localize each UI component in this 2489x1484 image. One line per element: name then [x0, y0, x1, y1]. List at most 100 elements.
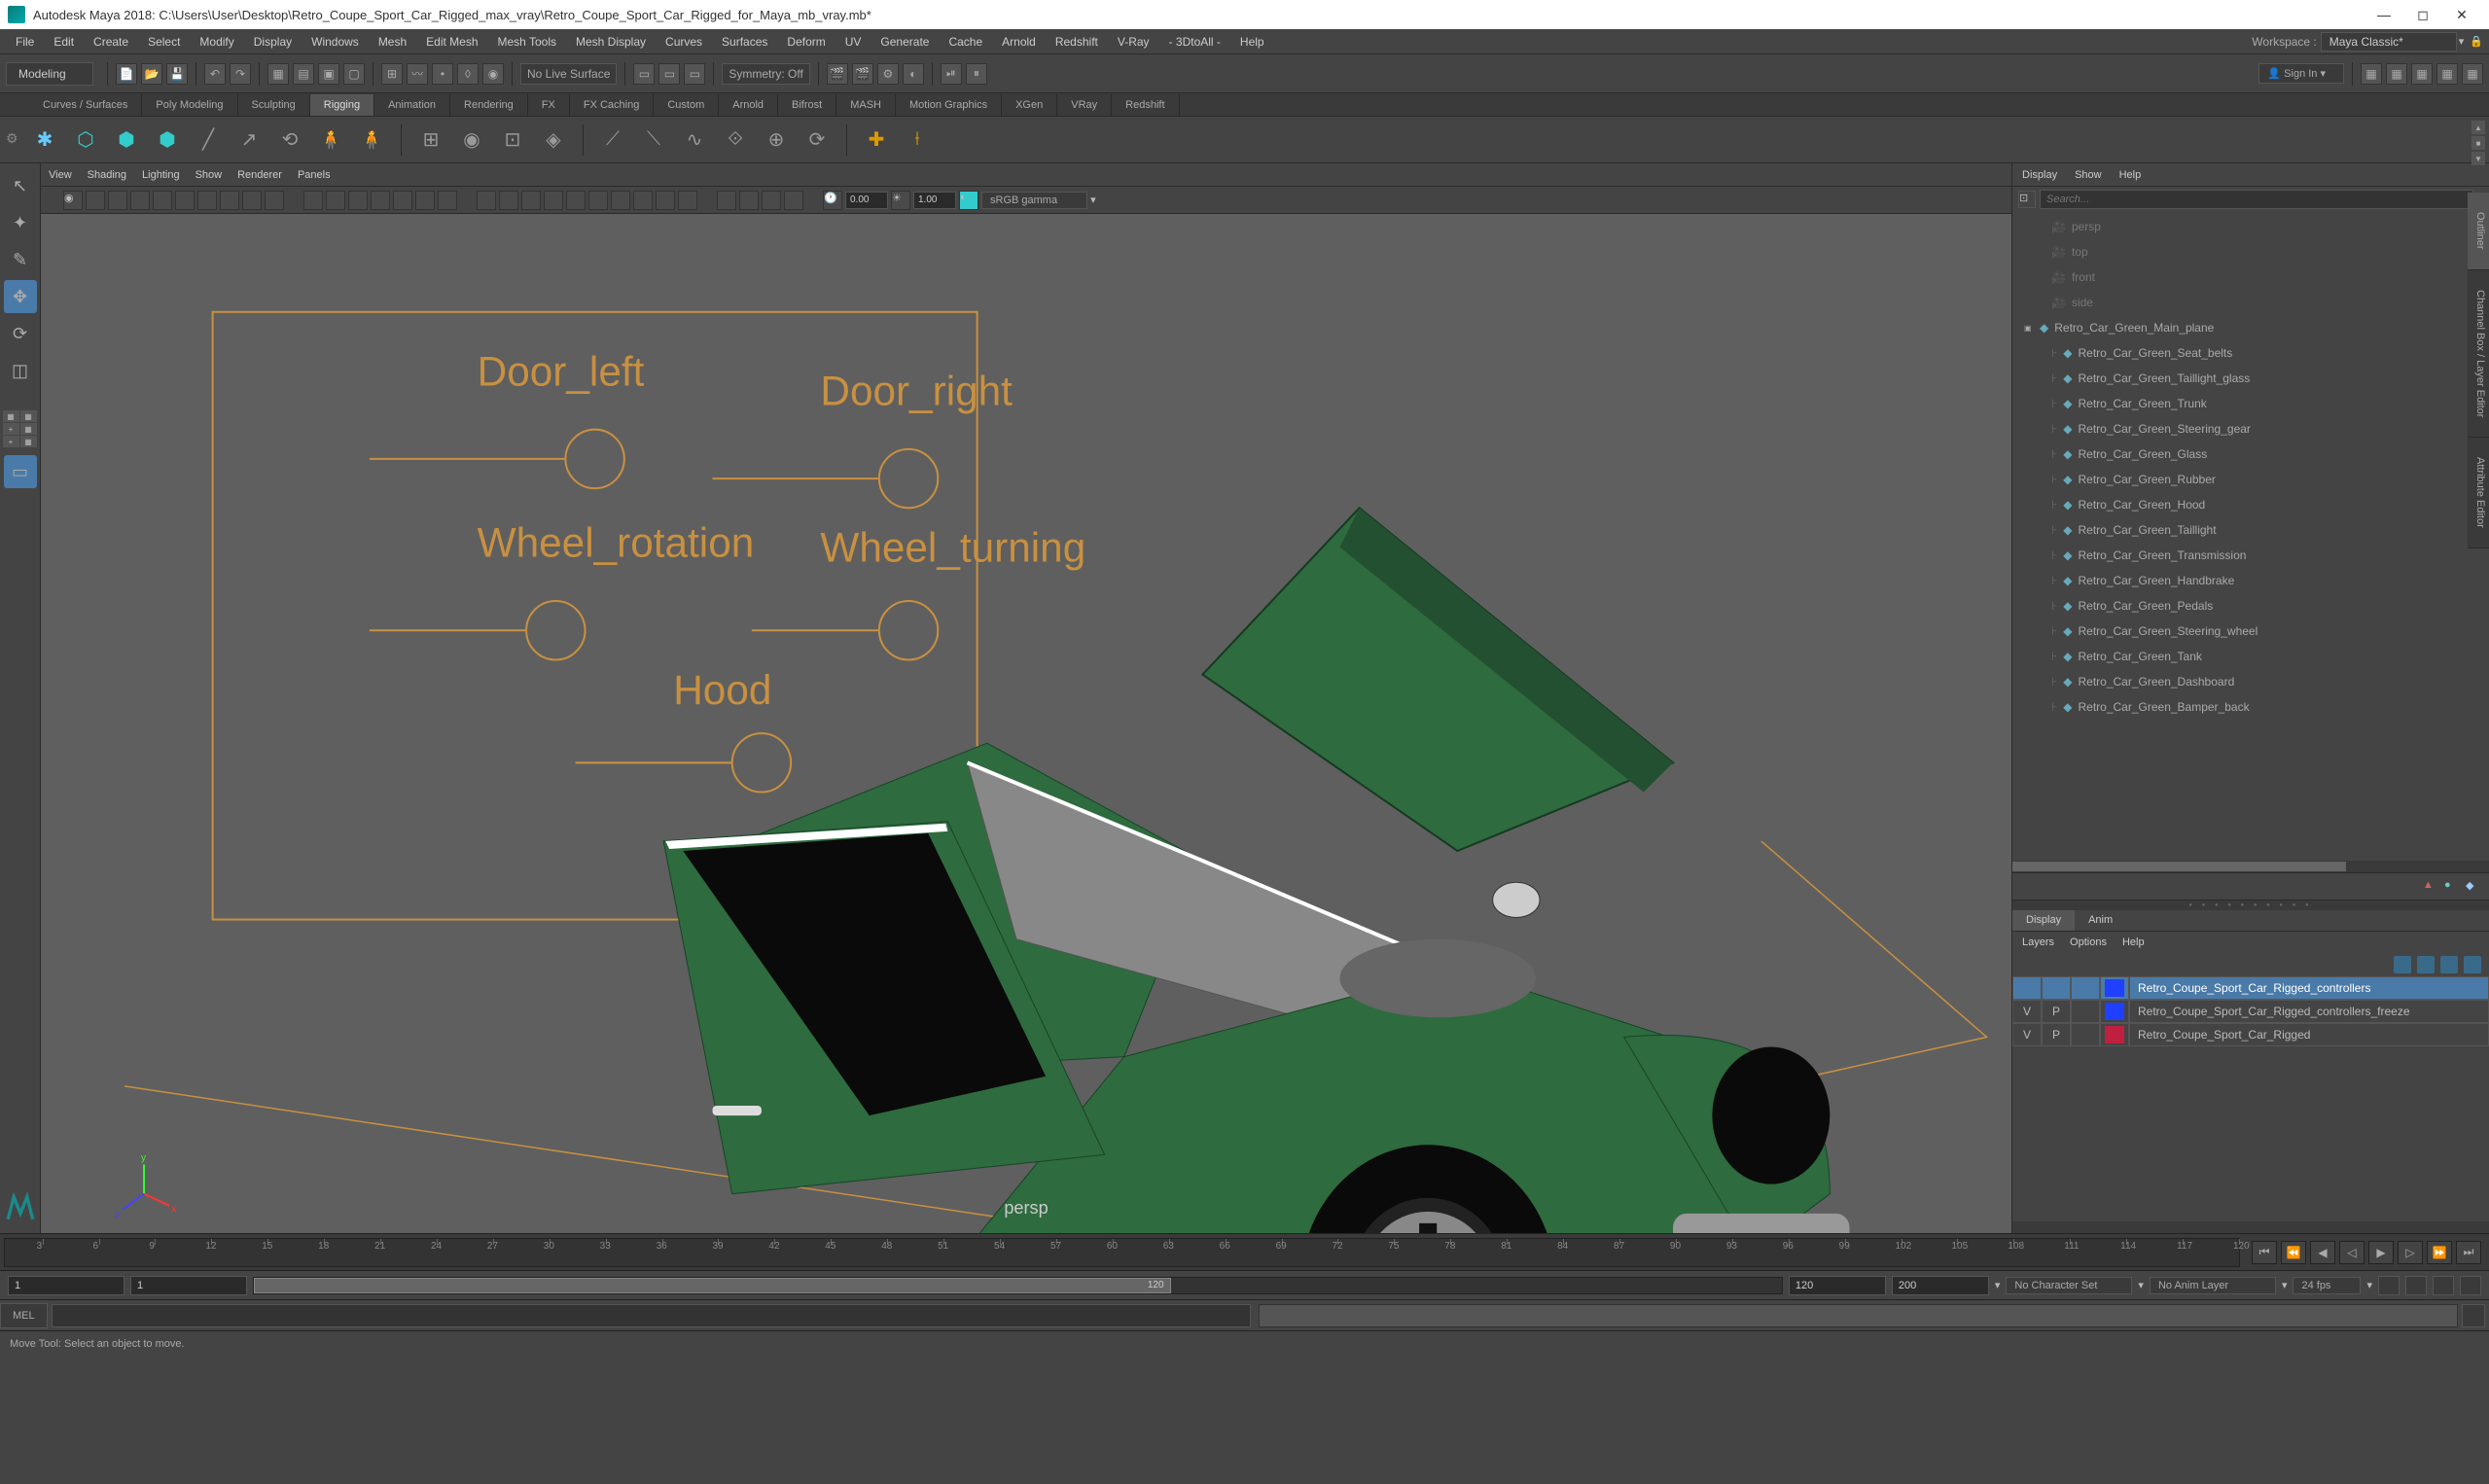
vp-icon[interactable]: [153, 191, 172, 210]
vp-icon[interactable]: [371, 191, 390, 210]
view-menu-show[interactable]: Show: [196, 169, 223, 181]
panel-toggle-5-icon[interactable]: ▦: [2462, 63, 2483, 85]
symmetry-label[interactable]: Symmetry: Off: [722, 63, 809, 85]
charset-dropdown-icon[interactable]: ▾: [2138, 1279, 2144, 1291]
shelf-scroll-down-icon[interactable]: ▼: [2471, 152, 2485, 165]
shelf-ik2-icon[interactable]: ↗: [233, 124, 265, 156]
display-layer-row[interactable]: Retro_Coupe_Sport_Car_Rigged_controllers: [2012, 976, 2489, 1000]
vp-icon[interactable]: [220, 191, 239, 210]
vp-icon[interactable]: [656, 191, 675, 210]
vp-clock-icon[interactable]: 🕐: [823, 191, 842, 210]
shelf-joint-icon[interactable]: ⬡: [70, 124, 101, 156]
cb-menu-help[interactable]: Help: [2122, 936, 2145, 948]
menu-vray[interactable]: V-Ray: [1108, 29, 1159, 54]
shelf-tab-animation[interactable]: Animation: [374, 94, 450, 116]
play-fwd-icon[interactable]: ▶: [2368, 1241, 2394, 1264]
playback-toggle-icon[interactable]: ⏯: [941, 63, 962, 85]
cb-menu-options[interactable]: Options: [2070, 936, 2107, 948]
range-slider[interactable]: 120: [253, 1277, 1783, 1294]
shelf-tab-rigging[interactable]: Rigging: [310, 94, 374, 116]
toggle-isolate-icon[interactable]: ▭: [658, 63, 680, 85]
layer-icon[interactable]: [2417, 956, 2435, 973]
shelf-custom1-icon[interactable]: ✚: [861, 124, 892, 156]
render-frame-icon[interactable]: 🎬: [827, 63, 848, 85]
view-menu-renderer[interactable]: Renderer: [237, 169, 282, 181]
outliner-item[interactable]: ⊦ ◆ Retro_Car_Green_Glass: [2012, 442, 2489, 467]
shelf-wrap-icon[interactable]: ⊡: [497, 124, 528, 156]
outliner-item[interactable]: ⊦ ◆ Retro_Car_Green_Bamper_back: [2012, 694, 2489, 720]
toggle-construct-icon[interactable]: ▭: [633, 63, 655, 85]
layer-icon[interactable]: [2440, 956, 2458, 973]
menu-file[interactable]: File: [6, 29, 44, 54]
shelf-tab-mash[interactable]: MASH: [836, 94, 896, 116]
vp-time-field[interactable]: 0.00: [845, 192, 888, 209]
ipr-render-icon[interactable]: 🎬: [852, 63, 873, 85]
redo-icon[interactable]: ↷: [230, 63, 251, 85]
time-slider-track[interactable]: 3691215182124273033363942454851545760636…: [4, 1238, 2240, 1267]
outliner-menu-show[interactable]: Show: [2075, 169, 2102, 181]
prefs2-icon[interactable]: [2460, 1276, 2481, 1295]
vp-icon[interactable]: [611, 191, 630, 210]
play-back-icon[interactable]: ◁: [2339, 1241, 2365, 1264]
rotate-tool-icon[interactable]: ⟳: [4, 317, 37, 350]
snap-curve-icon[interactable]: 〰: [407, 63, 428, 85]
outliner-item[interactable]: ⊦ ◆ Retro_Car_Green_Tank: [2012, 644, 2489, 669]
lasso-tool-icon[interactable]: ✦: [4, 206, 37, 239]
menu-3dtoall[interactable]: - 3DtoAll -: [1159, 29, 1230, 54]
undo-icon[interactable]: ↶: [204, 63, 226, 85]
vtab-outliner[interactable]: Outliner: [2468, 193, 2489, 270]
vp-icon[interactable]: [678, 191, 697, 210]
layout-single-icon[interactable]: ▭: [4, 455, 37, 488]
shelf-tab-custom[interactable]: Custom: [654, 94, 719, 116]
outliner-item[interactable]: ⊦ ◆ Retro_Car_Green_Rubber: [2012, 467, 2489, 492]
vp-icon[interactable]: [588, 191, 608, 210]
shelf-skin2-icon[interactable]: 🧍: [356, 124, 387, 156]
vp-gamma-selector[interactable]: sRGB gamma: [981, 192, 1087, 209]
maximize-button[interactable]: ◻: [2403, 0, 2442, 29]
menu-edit-mesh[interactable]: Edit Mesh: [416, 29, 487, 54]
vp-icon[interactable]: [566, 191, 586, 210]
step-back-icon[interactable]: ◀: [2310, 1241, 2335, 1264]
character-set-selector[interactable]: No Character Set: [2006, 1277, 2132, 1294]
hypershade-icon[interactable]: ◐: [903, 63, 924, 85]
save-scene-icon[interactable]: 💾: [166, 63, 188, 85]
select-hierarchy-icon[interactable]: ▤: [293, 63, 314, 85]
snap-grid-icon[interactable]: ⊞: [381, 63, 403, 85]
layout-presets[interactable]: ▦▦+▦+▦: [3, 410, 38, 447]
layer-icon[interactable]: [2394, 956, 2411, 973]
anim-layer-selector[interactable]: No Anim Layer: [2150, 1277, 2276, 1294]
live-surface-label[interactable]: No Live Surface: [520, 63, 617, 85]
vp-exposure-field[interactable]: 1.00: [913, 192, 956, 209]
shelf-tab-bifrost[interactable]: Bifrost: [778, 94, 836, 116]
menu-windows[interactable]: Windows: [302, 29, 369, 54]
layer-icon[interactable]: [2464, 956, 2481, 973]
close-button[interactable]: ✕: [2442, 0, 2481, 29]
snap-live-icon[interactable]: ◉: [482, 63, 504, 85]
range-start-inner[interactable]: 1: [130, 1276, 247, 1295]
shelf-ik-icon[interactable]: ╱: [193, 124, 224, 156]
outliner-item[interactable]: ⊦ ◆ Retro_Car_Green_Steering_gear: [2012, 416, 2489, 442]
vp-icon[interactable]: [86, 191, 105, 210]
vp-icon[interactable]: [303, 191, 323, 210]
shelf-tab-xgen[interactable]: XGen: [1002, 94, 1057, 116]
panel-toggle-1-icon[interactable]: ▦: [2361, 63, 2382, 85]
shelf-tab-sculpting[interactable]: Sculpting: [238, 94, 310, 116]
shelf-tab-redshift[interactable]: Redshift: [1112, 94, 1179, 116]
vtab-attribute-editor[interactable]: Attribute Editor: [2468, 438, 2489, 548]
vp-gamma-dropdown-icon[interactable]: ▾: [1090, 194, 1096, 206]
shelf-tab-poly-modeling[interactable]: Poly Modeling: [142, 94, 237, 116]
vp-icon[interactable]: [130, 191, 150, 210]
shelf-scroll-mid-icon[interactable]: ■: [2471, 136, 2485, 150]
shelf-blend-icon[interactable]: ◈: [538, 124, 569, 156]
outliner-item[interactable]: ⊦ ◆ Retro_Car_Green_Transmission: [2012, 543, 2489, 568]
new-scene-icon[interactable]: 📄: [116, 63, 137, 85]
outliner-camera-top[interactable]: 🎥 top: [2012, 239, 2489, 265]
lock-icon[interactable]: 🔒: [2470, 35, 2483, 48]
outliner-item[interactable]: ⊦ ◆ Retro_Car_Green_Dashboard: [2012, 669, 2489, 694]
move-tool-icon[interactable]: ✥: [4, 280, 37, 313]
loop-icon[interactable]: [2378, 1276, 2400, 1295]
menu-uv[interactable]: UV: [836, 29, 871, 54]
vp-icon[interactable]: [499, 191, 518, 210]
go-start-icon[interactable]: ⏮: [2252, 1241, 2277, 1264]
menu-help[interactable]: Help: [1230, 29, 1274, 54]
